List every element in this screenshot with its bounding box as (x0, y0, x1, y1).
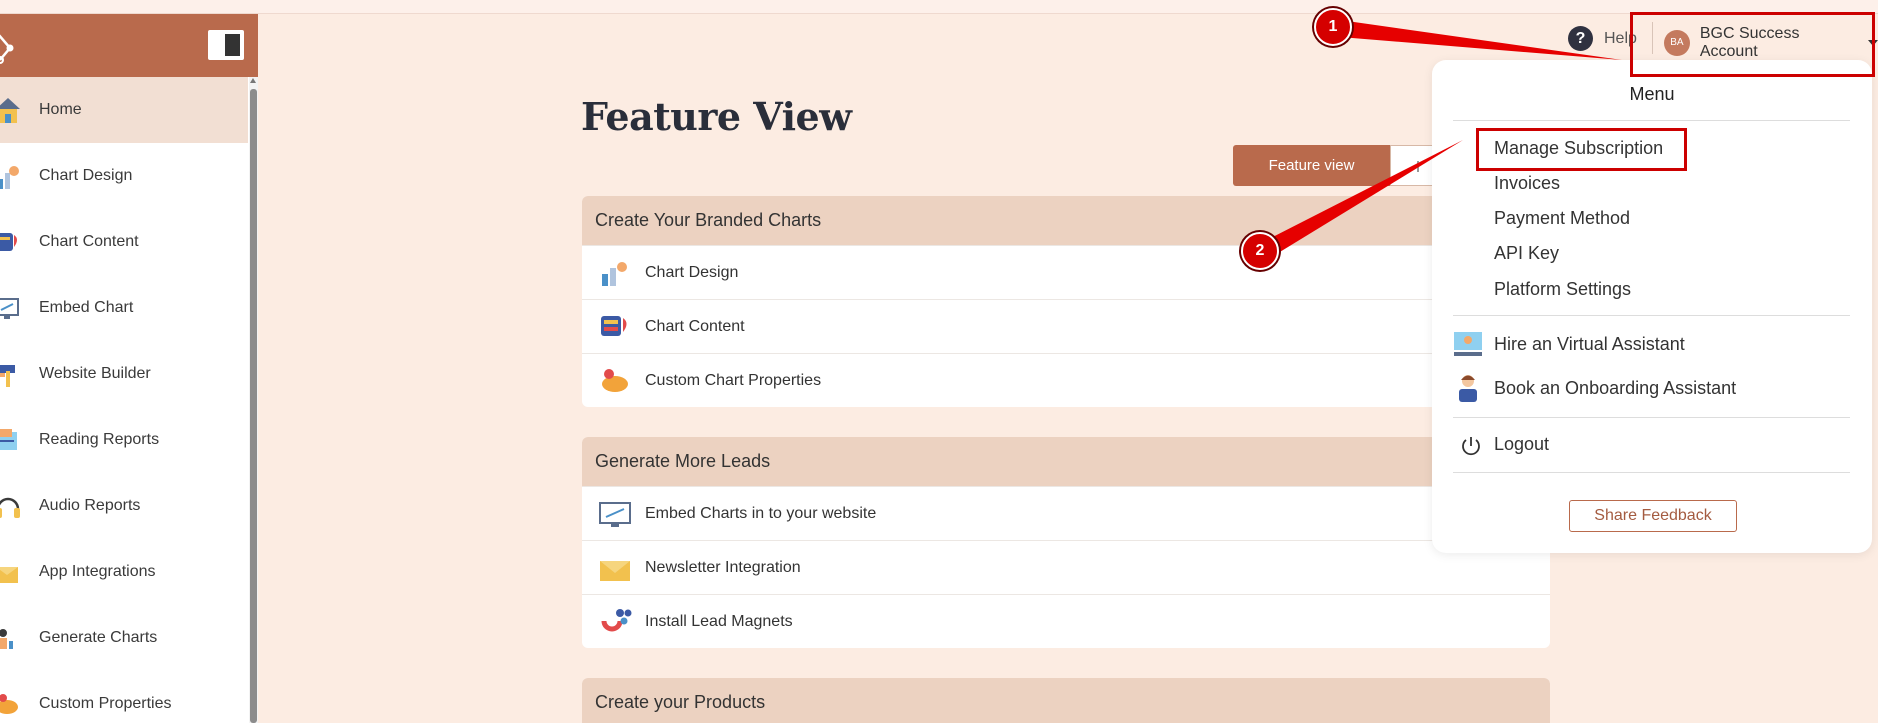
sidebar-item-label: Home (39, 101, 82, 118)
annotation-highlight-account (1630, 12, 1875, 77)
menu-item-api-key[interactable]: API Key (1494, 243, 1559, 264)
list-item-label: Chart Content (645, 317, 745, 335)
sidebar-item-embed-chart[interactable]: Embed Chart (0, 275, 248, 341)
list-item-label: Install Lead Magnets (645, 612, 793, 630)
menu-divider (1453, 315, 1850, 316)
chart-content-icon (601, 316, 627, 336)
share-feedback-button[interactable]: Share Feedback (1569, 500, 1737, 532)
sidebar-scrollbar-thumb[interactable] (250, 89, 257, 723)
annotation-badge-2: 2 (1241, 232, 1279, 270)
sidebar-toggle-button[interactable] (208, 30, 244, 60)
list-item[interactable]: Embed Charts in to your website (582, 486, 1550, 540)
sidebar-item-home[interactable]: Home (0, 77, 248, 143)
sidebar-item-generate-charts[interactable]: Generate Charts (0, 605, 248, 671)
menu-divider (1453, 472, 1850, 473)
home-icon (0, 98, 20, 123)
embed-chart-icon (0, 298, 19, 319)
sidebar: Home Chart Design Chart Content Embed Ch… (0, 14, 258, 723)
sidebar-item-reading-reports[interactable]: Reading Reports (0, 407, 248, 473)
sidebar-header (0, 14, 258, 77)
card-heading: Generate More Leads (582, 437, 1550, 486)
list-item-label: Custom Chart Properties (645, 371, 822, 389)
menu-item-label: Book an Onboarding Assistant (1494, 377, 1737, 398)
sidebar-item-label: Website Builder (39, 365, 151, 382)
feature-view-button[interactable]: Feature view (1233, 145, 1390, 186)
onboarding-assistant-icon (1459, 375, 1477, 402)
power-icon (1462, 437, 1480, 456)
list-item-label: Embed Charts in to your website (645, 504, 877, 522)
card-create-products: Create your Products (582, 678, 1550, 723)
sidebar-item-label: Custom Properties (39, 695, 172, 712)
annotation-badge-1: 1 (1314, 8, 1352, 46)
card-branded-charts: Create Your Branded Charts Chart Design … (582, 196, 1550, 407)
chart-design-icon (0, 166, 19, 189)
sidebar-item-label: Audio Reports (39, 497, 141, 514)
menu-item-logout[interactable]: Logout (1494, 434, 1549, 455)
sidebar-item-chart-design[interactable]: Chart Design (0, 143, 248, 209)
embed-chart-icon (599, 502, 631, 527)
scroll-up-arrow-icon[interactable] (250, 78, 256, 83)
menu-item-invoices[interactable]: Invoices (1494, 173, 1560, 194)
generate-charts-icon (0, 629, 13, 649)
sidebar-item-custom-properties[interactable]: Custom Properties (0, 671, 248, 723)
menu-item-book-assistant[interactable]: Book an Onboarding Assistant (1452, 372, 1736, 404)
sidebar-item-app-integrations[interactable]: App Integrations (0, 539, 248, 605)
chart-design-icon (602, 262, 627, 286)
list-item[interactable]: Newsletter Integration (582, 540, 1550, 594)
sidebar-item-label: Chart Design (39, 167, 133, 184)
app-integrations-icon (0, 567, 18, 583)
list-item-label: Newsletter Integration (645, 558, 801, 576)
help-icon: ? (1568, 26, 1593, 51)
list-item[interactable]: Chart Design (582, 245, 1550, 299)
list-item[interactable]: Install Lead Magnets (582, 594, 1550, 648)
card-heading: Create your Products (582, 678, 1550, 723)
menu-title: Menu (1629, 84, 1675, 104)
menu-item-label: Hire an Virtual Assistant (1494, 333, 1685, 354)
card-heading: Create Your Branded Charts (582, 196, 1550, 245)
sidebar-scrollbar[interactable] (249, 77, 258, 723)
sidebar-item-website-builder[interactable]: Website Builder (0, 341, 248, 407)
custom-properties-icon (602, 369, 628, 392)
annotation-highlight-manage-subscription (1476, 128, 1687, 171)
sidebar-item-label: Chart Content (39, 233, 139, 250)
envelope-icon (600, 561, 630, 581)
list-item[interactable]: Chart Content (582, 299, 1550, 353)
card-generate-leads: Generate More Leads Embed Charts in to y… (582, 437, 1550, 648)
reading-reports-icon (0, 429, 17, 450)
menu-item-platform-settings[interactable]: Platform Settings (1494, 279, 1631, 300)
help-link[interactable]: ? Help (1568, 26, 1637, 51)
logo-icon (0, 34, 14, 64)
page-title: Feature View (581, 94, 852, 139)
menu-item-hire-assistant[interactable]: Hire an Virtual Assistant (1452, 328, 1685, 360)
custom-properties-icon (0, 694, 18, 714)
sidebar-item-label: Generate Charts (39, 629, 158, 646)
sidebar-item-label: Embed Chart (39, 299, 134, 316)
list-item[interactable]: Custom Chart Properties (582, 353, 1550, 407)
virtual-assistant-icon (1454, 332, 1482, 356)
sidebar-item-audio-reports[interactable]: Audio Reports (0, 473, 248, 539)
chart-content-icon (0, 233, 17, 251)
sidebar-item-chart-content[interactable]: Chart Content (0, 209, 248, 275)
menu-divider (1453, 417, 1850, 418)
sidebar-item-label: Reading Reports (39, 431, 160, 448)
magnet-icon (601, 609, 632, 632)
list-item-label: Chart Design (645, 263, 739, 281)
website-builder-icon (0, 365, 15, 387)
menu-item-payment-method[interactable]: Payment Method (1494, 208, 1630, 229)
sidebar-nav: Home Chart Design Chart Content Embed Ch… (0, 77, 248, 723)
headphones-icon (0, 497, 20, 518)
top-strip (0, 0, 1878, 14)
sidebar-item-label: App Integrations (39, 563, 156, 580)
menu-divider (1453, 120, 1850, 121)
